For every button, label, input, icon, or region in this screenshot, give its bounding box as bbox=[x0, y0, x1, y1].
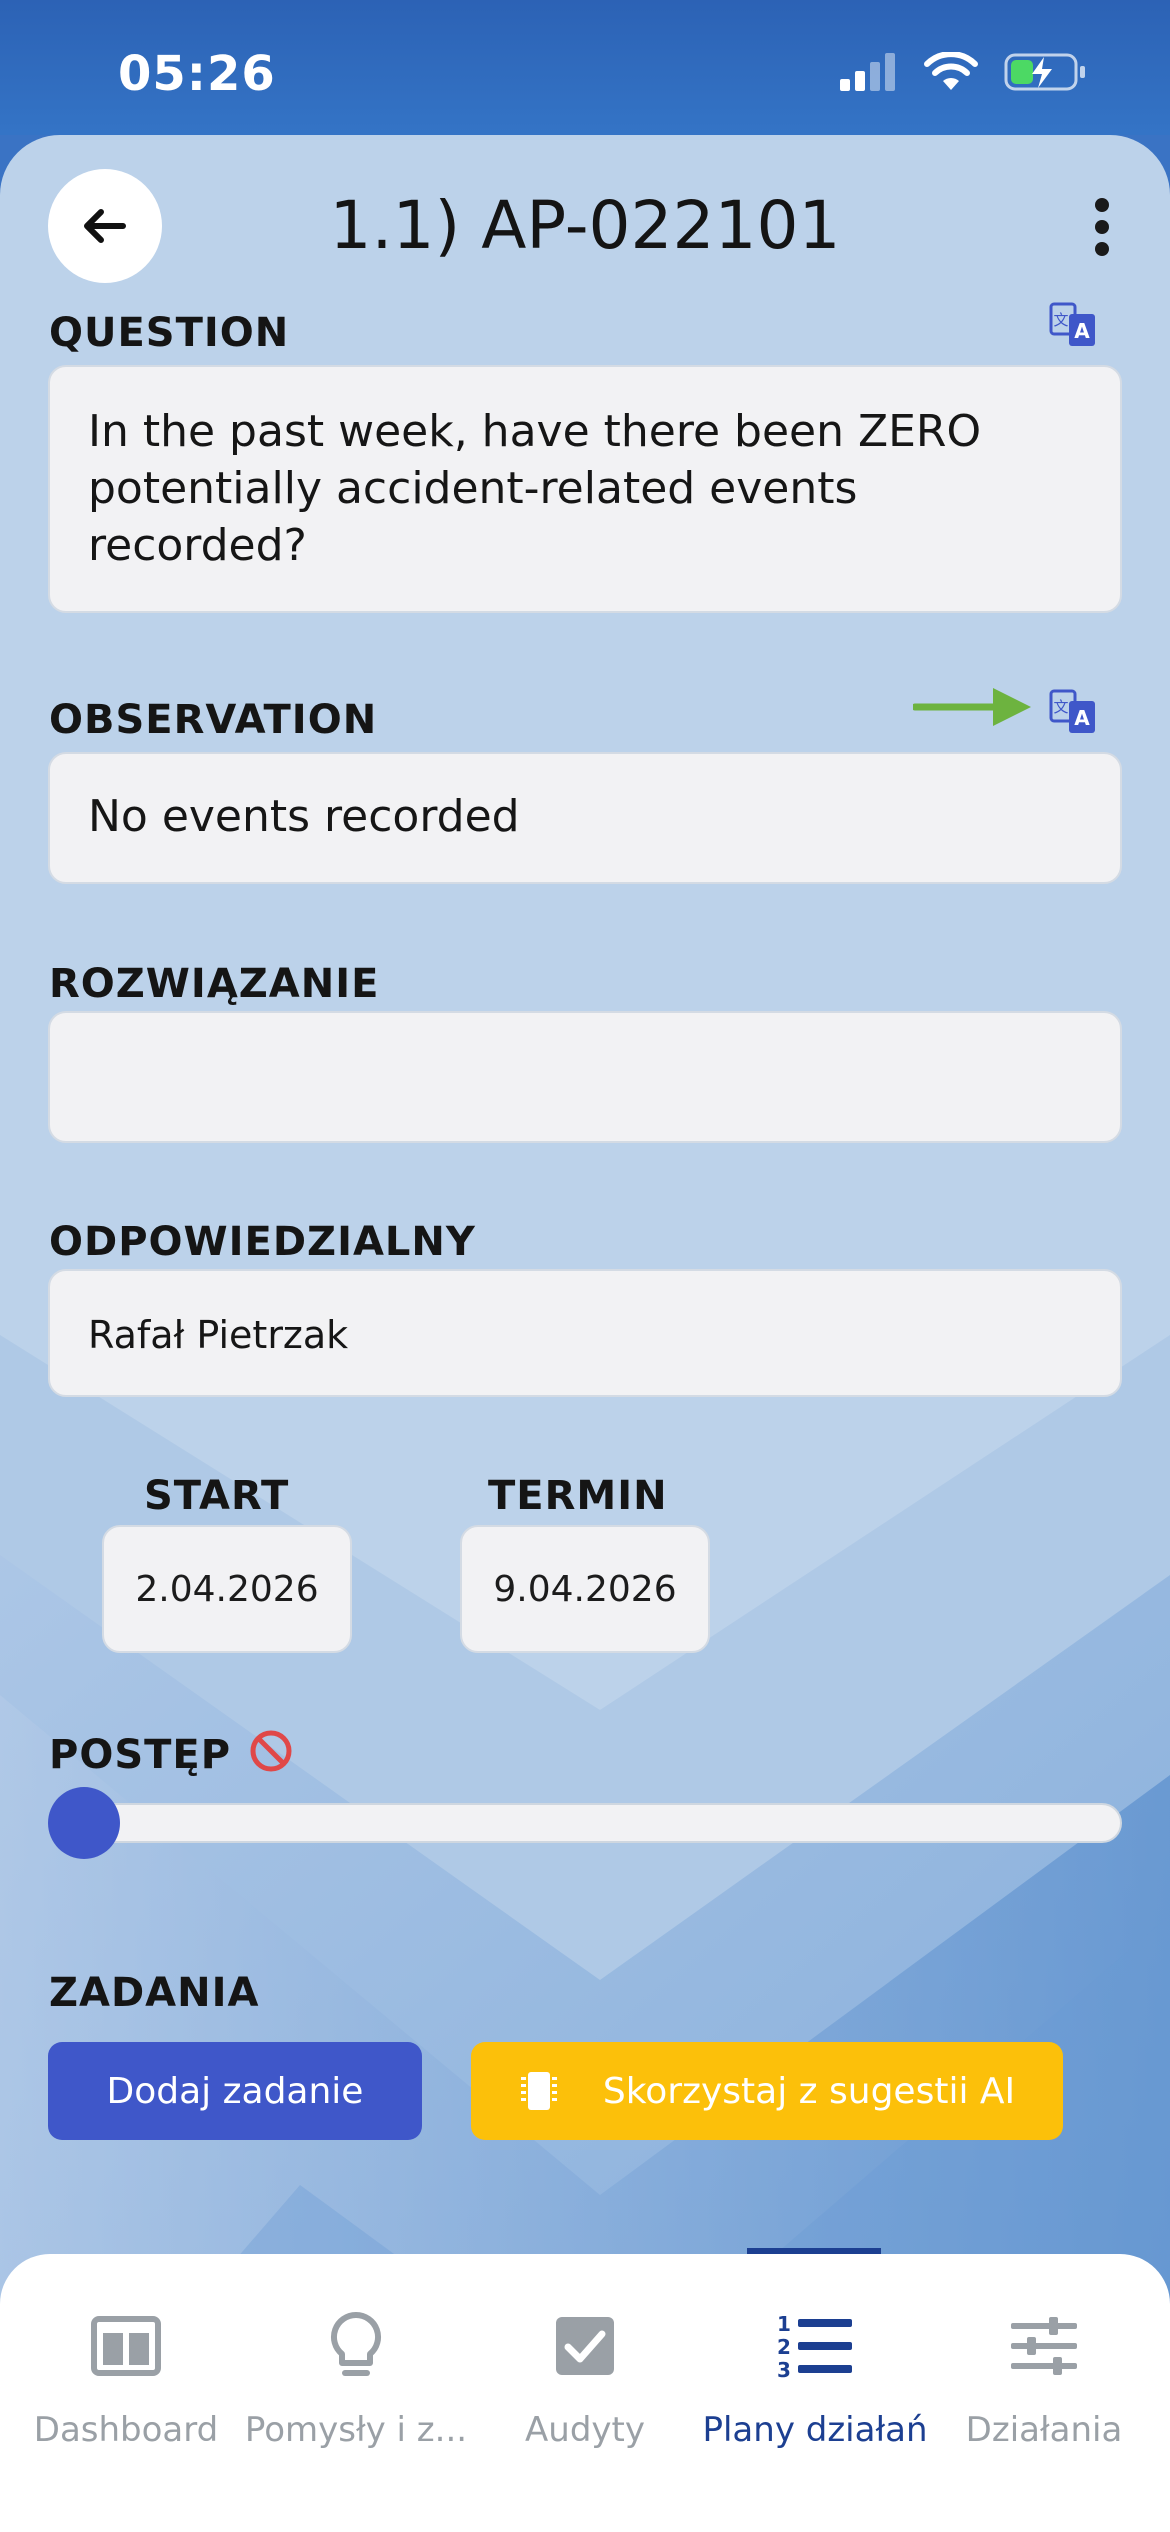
question-field: In the past week, have there been ZERO p… bbox=[48, 365, 1122, 613]
status-icons bbox=[840, 52, 1086, 92]
progress-slider-track[interactable] bbox=[48, 1803, 1122, 1843]
status-time: 05:26 bbox=[118, 46, 276, 102]
tab-ideas[interactable]: Pomysły i z... bbox=[239, 2254, 473, 2454]
tab-action-plans[interactable]: 1 2 3 Plany działań bbox=[698, 2254, 932, 2454]
action-plan-sheet: 1.1) AP-022101 QUESTION A 文 In the past … bbox=[0, 135, 1170, 2532]
numbered-list-icon: 1 2 3 bbox=[777, 2312, 852, 2381]
ai-suggestions-button[interactable]: Skorzystaj z sugestii AI bbox=[471, 2042, 1063, 2140]
page-title: 1.1) AP-022101 bbox=[329, 187, 841, 264]
ai-suggestions-label: Skorzystaj z sugestii AI bbox=[602, 2070, 1016, 2112]
battery-charging-icon bbox=[1004, 53, 1085, 91]
question-text-line: recorded? bbox=[88, 520, 307, 571]
tab-label: Pomysły i z... bbox=[244, 2410, 468, 2450]
translate-icon[interactable]: A 文 bbox=[1047, 688, 1097, 738]
dashboard-icon bbox=[91, 2316, 161, 2376]
question-text-line: potentially accident-related events bbox=[88, 463, 858, 514]
status-bar: 05:26 bbox=[0, 0, 1170, 135]
signal-icon bbox=[840, 53, 895, 91]
responsible-label: ODPOWIEDZIALNY bbox=[49, 1219, 476, 1265]
due-date-field[interactable]: 9.04.2026 bbox=[460, 1525, 710, 1653]
sliders-icon bbox=[1011, 2317, 1077, 2375]
svg-text:文: 文 bbox=[1053, 311, 1068, 329]
svg-text:A: A bbox=[1074, 319, 1090, 343]
tab-audits[interactable]: Audyty bbox=[468, 2254, 702, 2454]
add-task-button[interactable]: Dodaj zadanie bbox=[48, 2042, 422, 2140]
svg-text:1: 1 bbox=[777, 2312, 791, 2336]
bottom-tab-bar: Dashboard Pomysły i z... Audyty 1 2 3 Pl… bbox=[0, 2254, 1170, 2532]
observation-field: No events recorded bbox=[48, 752, 1122, 884]
svg-text:2: 2 bbox=[777, 2335, 791, 2359]
svg-text:A: A bbox=[1074, 706, 1090, 730]
translate-icon[interactable]: A 文 bbox=[1047, 301, 1097, 351]
question-text-line: In the past week, have there been ZERO bbox=[88, 406, 982, 457]
observation-label: OBSERVATION bbox=[49, 697, 378, 743]
start-label: START bbox=[144, 1473, 290, 1519]
chip-icon bbox=[520, 2072, 557, 2110]
tab-label: Dashboard bbox=[33, 2410, 219, 2450]
annotation-arrow-icon bbox=[913, 688, 1031, 726]
tab-label: Plany działań bbox=[702, 2410, 928, 2450]
solution-input[interactable] bbox=[48, 1011, 1122, 1143]
question-label: QUESTION bbox=[49, 310, 290, 356]
lightbulb-icon bbox=[330, 2311, 382, 2376]
tab-actions[interactable]: Działania bbox=[927, 2254, 1161, 2454]
more-options-icon[interactable] bbox=[1094, 197, 1110, 257]
due-label: TERMIN bbox=[488, 1473, 668, 1519]
responsible-field[interactable]: Rafał Pietrzak bbox=[48, 1269, 1122, 1397]
svg-text:3: 3 bbox=[777, 2358, 791, 2381]
solution-label: ROZWIĄZANIE bbox=[49, 961, 380, 1007]
tab-dashboard[interactable]: Dashboard bbox=[9, 2254, 243, 2454]
start-date-field[interactable]: 2.04.2026 bbox=[102, 1525, 352, 1653]
checkbox-icon bbox=[556, 2317, 614, 2375]
blocked-icon bbox=[250, 1730, 292, 1772]
progress-label: POSTĘP bbox=[49, 1732, 232, 1778]
progress-slider-thumb[interactable] bbox=[48, 1787, 120, 1859]
tab-label: Działania bbox=[965, 2410, 1123, 2450]
tab-label: Audyty bbox=[525, 2410, 645, 2450]
wifi-icon bbox=[924, 52, 978, 90]
svg-text:文: 文 bbox=[1053, 698, 1068, 716]
tasks-label: ZADANIA bbox=[49, 1970, 260, 2016]
